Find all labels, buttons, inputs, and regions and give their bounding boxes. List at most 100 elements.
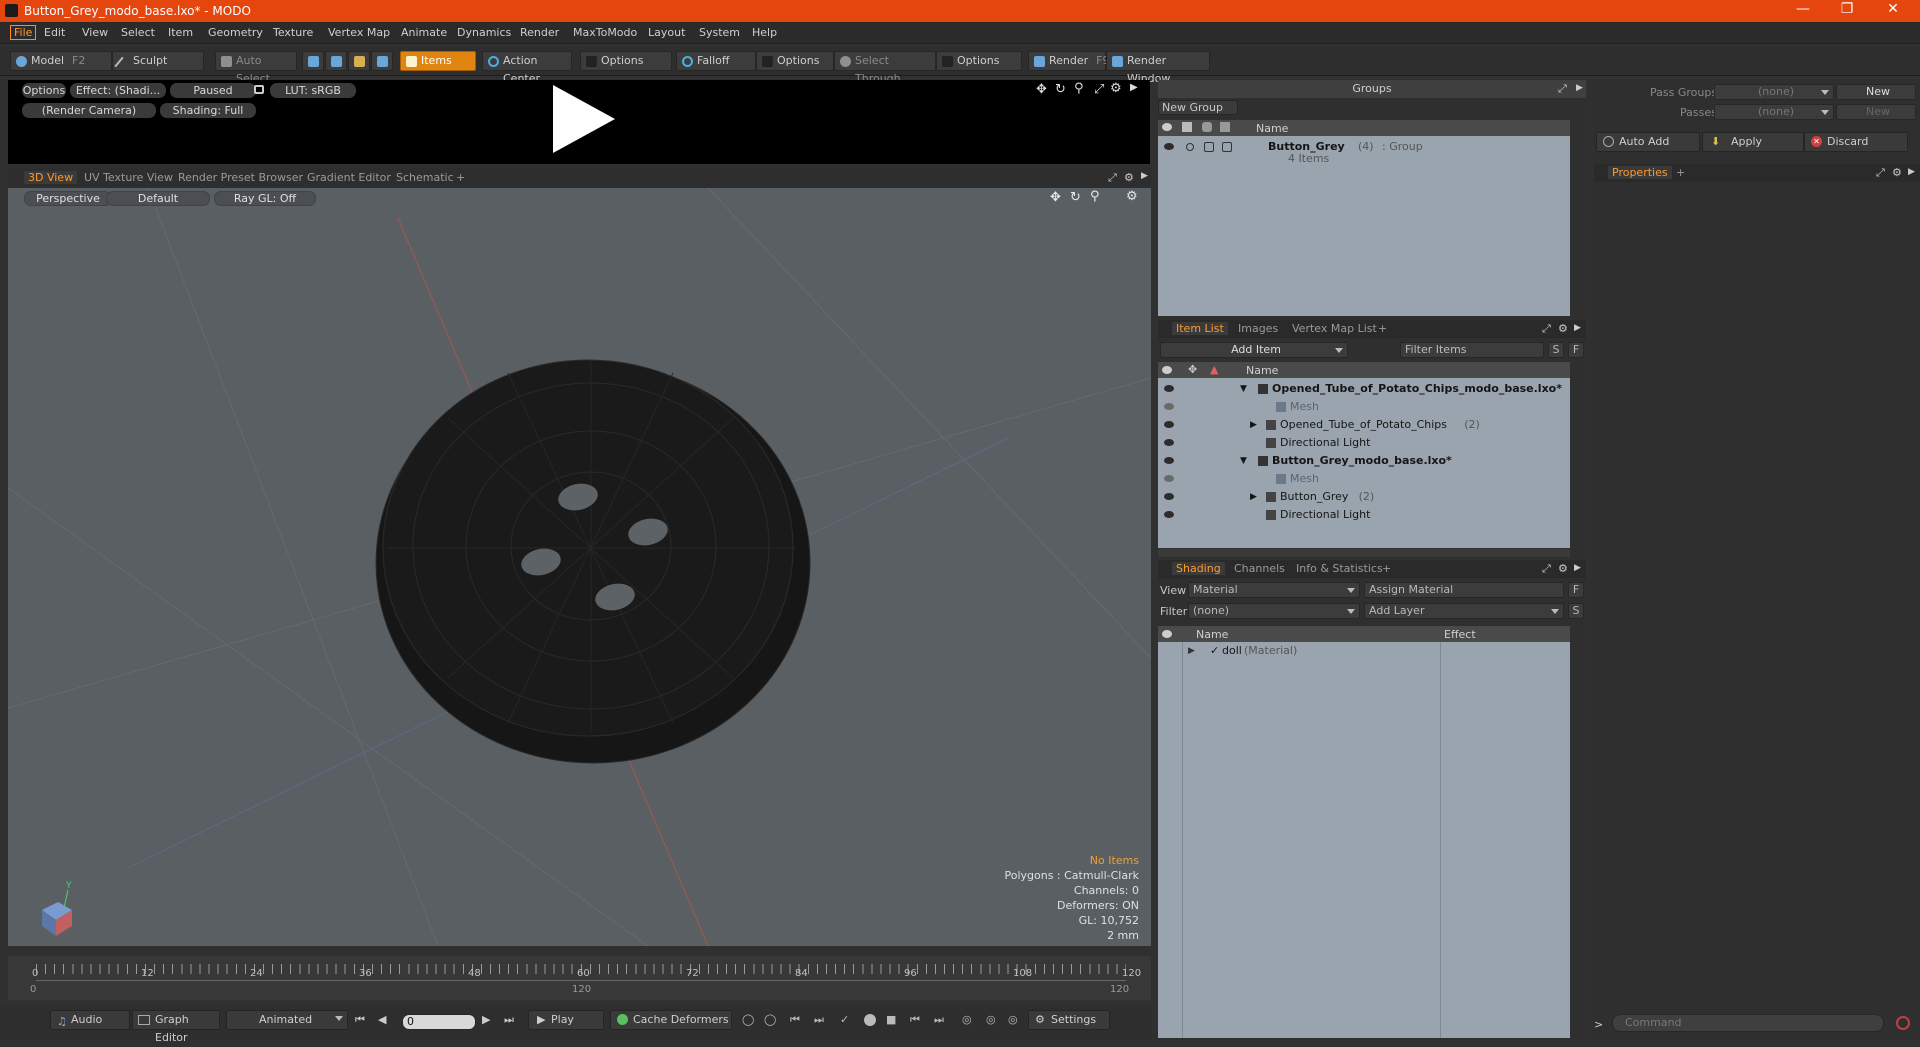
action-center-button[interactable]: Action Center	[482, 51, 572, 85]
cache-deformers-button[interactable]: Cache Deformers	[610, 1010, 732, 1030]
visibility-icon[interactable]	[1164, 403, 1174, 410]
render-toggle-icon[interactable]	[1186, 143, 1194, 151]
menu-render[interactable]: Render	[520, 26, 559, 39]
shader-row-doll[interactable]: ▶ ✓ doll (Material)	[1158, 642, 1570, 660]
tab-shading[interactable]: Shading	[1172, 562, 1225, 575]
render-button[interactable]: Render F9	[1028, 51, 1110, 71]
preview-camera-dropdown[interactable]: (Render Camera)	[22, 103, 156, 118]
select-options-button[interactable]: Options	[936, 51, 1022, 71]
gear-icon[interactable]: ⚙	[1558, 322, 1568, 335]
item-list-row[interactable]: ▼ Opened_Tube_of_Potato_Chips_modo_base.l…	[1158, 380, 1570, 398]
tab-channels[interactable]: Channels	[1234, 562, 1285, 575]
rotate-icon[interactable]: ↻	[1055, 82, 1066, 97]
expand-arrow-icon[interactable]: ▶	[1576, 83, 1583, 93]
key-tool-3-icon[interactable]: ◎	[1008, 1013, 1018, 1026]
preview-shading-dropdown[interactable]: Shading: Full	[160, 103, 256, 118]
menu-dynamics[interactable]: Dynamics	[457, 26, 511, 39]
raygl-dropdown[interactable]: Ray GL: Off	[214, 191, 316, 206]
menu-item[interactable]: Item	[168, 26, 193, 39]
preview-paused-button[interactable]: Paused	[170, 83, 256, 98]
settings-button[interactable]: ⚙ Settings	[1028, 1010, 1110, 1030]
expand-arrow-icon[interactable]: ▶	[1141, 171, 1148, 181]
item-list-row[interactable]: Directional Light	[1158, 434, 1570, 452]
tab-schematic[interactable]: Schematic	[396, 171, 454, 184]
tab-gradient-editor[interactable]: Gradient Editor	[307, 171, 391, 184]
menu-help[interactable]: Help	[752, 26, 777, 39]
add-layer-dropdown[interactable]: Add Layer	[1364, 603, 1564, 619]
collapse-arrow-icon[interactable]: ▼	[1240, 380, 1247, 398]
menu-file[interactable]: File	[10, 25, 37, 40]
menu-select[interactable]: Select	[121, 26, 155, 39]
prev-key-frame-icon[interactable]: ⏮	[910, 1013, 920, 1027]
add-tab-icon[interactable]: +	[456, 171, 465, 184]
edges-mode-button[interactable]	[325, 51, 347, 71]
preview-options-button[interactable]: Options	[22, 83, 66, 98]
item-list-row[interactable]: ▶ Button_Grey (2)	[1158, 488, 1570, 506]
render-window-button[interactable]: Render Window	[1106, 51, 1210, 85]
add-tab-icon[interactable]: +	[1676, 166, 1685, 179]
collapse-arrow-icon[interactable]: ▼	[1240, 452, 1247, 470]
menu-animate[interactable]: Animate	[401, 26, 447, 39]
gear-icon[interactable]: ⚙	[1892, 166, 1902, 179]
tab-3d-view[interactable]: 3D View	[24, 171, 78, 184]
shader-tree[interactable]: Name Effect ▶ ✓ doll (Material)	[1158, 626, 1570, 1038]
next-key-frame-icon[interactable]: ⏭	[934, 1013, 944, 1027]
sculpt-button[interactable]: Sculpt	[112, 51, 204, 71]
visibility-icon[interactable]	[1164, 511, 1174, 518]
next-key-icon[interactable]: ⏭	[814, 1013, 824, 1027]
keyframe-icon[interactable]: ◯	[742, 1013, 754, 1026]
vertices-mode-button[interactable]	[302, 51, 324, 71]
item-list-row[interactable]: Mesh	[1158, 470, 1570, 488]
tab-images[interactable]: Images	[1238, 322, 1278, 335]
menu-maxtomodo[interactable]: MaxToModo	[573, 26, 637, 39]
button-mesh[interactable]	[375, 359, 811, 764]
item-list-row[interactable]: Directional Light	[1158, 506, 1570, 524]
filter-f-button[interactable]: F	[1568, 342, 1584, 358]
audio-button[interactable]: ♫ Audio	[50, 1010, 130, 1030]
3d-viewport[interactable]: Y Perspective Default Ray GL: Off ✥ ↻ ⚲ …	[8, 188, 1151, 946]
gear-icon[interactable]: ⚙	[1124, 171, 1134, 184]
lock-icon[interactable]	[254, 85, 264, 94]
timeline[interactable]: 0 12 24 36 48 60 72 84 96 108 120 0 120 120	[8, 956, 1151, 1000]
item-list-row[interactable]: ▶ Opened_Tube_of_Potato_Chips (2)	[1158, 416, 1570, 434]
menu-edit[interactable]: Edit	[44, 26, 65, 39]
gear-icon[interactable]: ⚙	[1110, 81, 1122, 96]
rotate-icon[interactable]: ↻	[1070, 190, 1081, 205]
expand-arrow-icon[interactable]: ▶	[1908, 167, 1915, 177]
shading-f-button[interactable]: F	[1568, 582, 1584, 598]
falloff-options-button[interactable]: Options	[756, 51, 834, 71]
group-row-button-grey[interactable]: Button_Grey (4) : Group 4 Items	[1158, 138, 1570, 168]
key-options-icon[interactable]: ■	[886, 1013, 896, 1026]
set-key-icon[interactable]: ✓	[840, 1013, 849, 1026]
lock-toggle-icon[interactable]	[1204, 142, 1214, 152]
new-group-button[interactable]: New Group	[1158, 100, 1238, 115]
expand-arrow-icon[interactable]: ▶	[1574, 563, 1581, 573]
item-list-tree[interactable]: ✥ ▲ Name ▼ Opened_Tube_of_Potato_Chips_mo…	[1158, 362, 1570, 548]
expand-arrow-icon[interactable]: ▶	[1188, 642, 1195, 660]
graph-editor-button[interactable]: Graph Editor	[132, 1010, 220, 1044]
auto-key-icon[interactable]: ◯	[764, 1013, 776, 1026]
next-frame-icon[interactable]: ▶	[482, 1013, 490, 1026]
visibility-icon[interactable]	[1164, 475, 1174, 482]
action-center-options-button[interactable]: Options	[580, 51, 672, 71]
expand-arrow-icon[interactable]: ▶	[1250, 416, 1257, 434]
play-preview-icon[interactable]	[553, 85, 615, 153]
frame-input[interactable]: 0	[402, 1014, 476, 1030]
shading-s-button[interactable]: S	[1568, 603, 1584, 619]
expand-arrow-icon[interactable]: ▶	[1574, 323, 1581, 333]
visibility-icon[interactable]	[1164, 457, 1174, 464]
menu-vertex-map[interactable]: Vertex Map	[328, 26, 390, 39]
view-dropdown[interactable]: Material	[1188, 582, 1360, 598]
discard-button[interactable]: ✕ Discard	[1804, 132, 1908, 152]
auto-add-button[interactable]: Auto Add	[1596, 132, 1700, 152]
tab-uv-texture-view[interactable]: UV Texture View	[84, 171, 173, 184]
passes-dropdown[interactable]: (none)	[1714, 104, 1834, 120]
maximize-icon[interactable]: ⤢	[1094, 82, 1104, 97]
maximize-icon[interactable]: ⤢	[1108, 171, 1117, 185]
materials-mode-button[interactable]	[371, 51, 393, 71]
filter-dropdown[interactable]: (none)	[1188, 603, 1360, 619]
last-frame-icon[interactable]: ⏭	[504, 1013, 514, 1027]
command-history-icon[interactable]	[1896, 1016, 1910, 1030]
maximize-icon[interactable]: ⤢	[1876, 166, 1885, 180]
item-list-row[interactable]: Mesh	[1158, 398, 1570, 416]
